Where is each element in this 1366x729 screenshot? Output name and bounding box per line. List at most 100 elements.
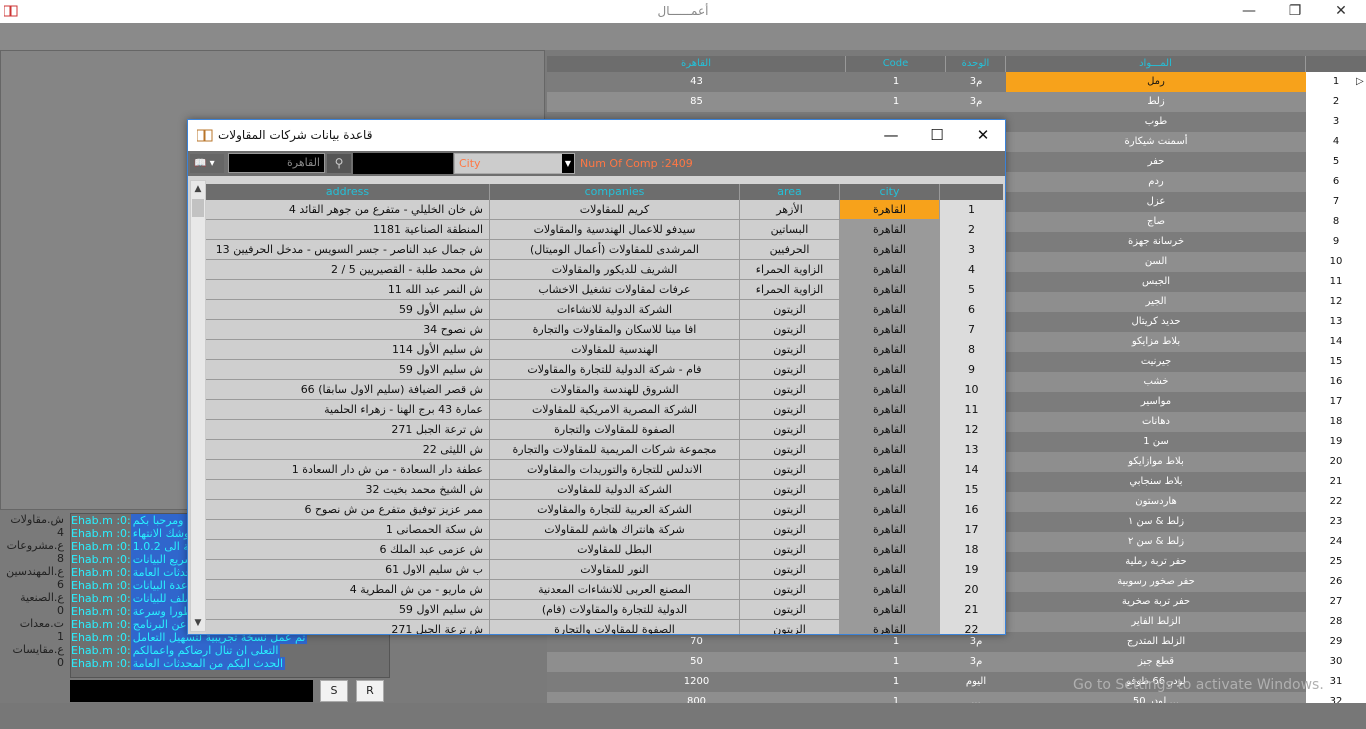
cell-price[interactable]: 43 (547, 72, 846, 92)
cell-company[interactable]: الشركة الدولية للمقاولات (490, 480, 740, 500)
cell-city[interactable]: القاهرة (840, 580, 940, 600)
cell-code[interactable]: 1 (846, 72, 946, 92)
cell-n[interactable]: 13 (940, 440, 1003, 460)
cell-address[interactable]: 1 ش سكة الحمصانى (206, 520, 490, 540)
cell-company[interactable]: الشركة المصرية الامريكية للمقاولات (490, 400, 740, 420)
cell-material[interactable]: بلاط موازايكو (1006, 452, 1306, 472)
cell-unit[interactable]: اليوم (946, 672, 1006, 692)
scroll-up-icon[interactable]: ▲ (191, 181, 205, 197)
cell-company[interactable]: فام - شركة الدولية للتجارة والمقاولات (490, 360, 740, 380)
cell-material[interactable]: عزل (1006, 192, 1306, 212)
cell-company[interactable]: كريم للمقاولات (490, 200, 740, 220)
cell-price[interactable]: 50 (547, 652, 846, 672)
vertical-scrollbar[interactable]: ▲ ▼ (190, 180, 206, 632)
cell-company[interactable]: الشروق للهندسة والمقاولات (490, 380, 740, 400)
send-button[interactable]: S (320, 680, 348, 702)
cell-address[interactable]: 2 / 5 ش محمد طلبة - القصيريين (206, 260, 490, 280)
cell-n[interactable]: 20 (940, 580, 1003, 600)
cell-material[interactable]: خرسانة جهزة (1006, 232, 1306, 252)
cell-material[interactable]: صاج (1006, 212, 1306, 232)
cell-area[interactable]: الزيتون (740, 600, 840, 620)
cell-area[interactable]: الزيتون (740, 500, 840, 520)
cell-city[interactable]: القاهرة (840, 260, 940, 280)
refresh-button[interactable]: R (356, 680, 384, 702)
cell-city[interactable]: القاهرة (840, 440, 940, 460)
cell-n[interactable]: 10 (940, 380, 1003, 400)
cell-area[interactable]: الزاوية الحمراء (740, 260, 840, 280)
cell-area[interactable]: الزيتون (740, 620, 840, 634)
restore-button[interactable]: ❐ (1272, 0, 1318, 23)
cell-idx[interactable]: 13 (1306, 312, 1366, 332)
cell-n[interactable]: 9 (940, 360, 1003, 380)
cell-address[interactable]: 34 ش نصوح (206, 320, 490, 340)
table-row[interactable]: 66 ش قصر الضيافة (سليم الاول سابقا) الشرو… (206, 380, 1003, 400)
cell-area[interactable]: الزيتون (740, 400, 840, 420)
cell-company[interactable]: مجموعة شركات المريمية للمقاولات والتجارة (490, 440, 740, 460)
dialog-minimize-button[interactable]: — (868, 120, 914, 151)
cell-material[interactable]: ردم (1006, 172, 1306, 192)
cell-address[interactable]: عمارة 43 برج الهنا - زهراء الحلمية (206, 400, 490, 420)
book-dropdown[interactable]: 📖 ▾ (190, 154, 224, 173)
cell-n[interactable]: 18 (940, 540, 1003, 560)
cell-address[interactable]: 4 ش خان الخليلي - متفرع من جوهر القائد (206, 200, 490, 220)
cell-code[interactable]: 1 (846, 632, 946, 652)
cell-company[interactable]: الشركة الدولية للانشاءات (490, 300, 740, 320)
cell-n[interactable]: 7 (940, 320, 1003, 340)
close-button[interactable]: ✕ (1318, 0, 1364, 23)
cell-address[interactable]: 66 ش قصر الضيافة (سليم الاول سابقا) (206, 380, 490, 400)
header-unit[interactable]: الوحدة (946, 56, 1006, 72)
cell-idx[interactable]: 24 (1306, 532, 1366, 552)
cell-city[interactable]: القاهرة (840, 560, 940, 580)
cell-idx[interactable]: 28 (1306, 612, 1366, 632)
cell-material[interactable]: سن 1 (1006, 432, 1306, 452)
cell-material[interactable]: الزلط المتدرج (1006, 632, 1306, 652)
cell-idx[interactable]: 12 (1306, 292, 1366, 312)
cell-address[interactable]: 271 ش ترعة الجبل (206, 620, 490, 634)
cell-company[interactable]: سيدفو للاعمال الهندسية والمقاولات (490, 220, 740, 240)
filter-input[interactable] (353, 153, 453, 174)
cell-price[interactable]: 70 (547, 632, 846, 652)
table-row[interactable]: 271 ش ترعة الجبل الصفوة للمقاولات والتجار… (206, 620, 1003, 634)
cell-area[interactable]: الزيتون (740, 540, 840, 560)
chat-input[interactable] (70, 680, 313, 702)
cell-city[interactable]: القاهرة (840, 620, 940, 634)
cell-idx[interactable]: 21 (1306, 472, 1366, 492)
cell-company[interactable]: الشريف للديكور والمقاولات (490, 260, 740, 280)
table-row[interactable]: 4 ش خان الخليلي - متفرع من جوهر القائد كر… (206, 200, 1003, 220)
table-row[interactable]: 1181 المنطقة الصناعية سيدفو للاعمال الهند… (206, 220, 1003, 240)
cell-area[interactable]: الزيتون (740, 580, 840, 600)
cell-n[interactable]: 19 (940, 560, 1003, 580)
cell-idx[interactable]: 8 (1306, 212, 1366, 232)
cell-area[interactable]: الزيتون (740, 320, 840, 340)
cell-idx[interactable]: 30 (1306, 652, 1366, 672)
cell-material[interactable]: زلط & سن ١ (1006, 512, 1306, 532)
table-row[interactable]: 4 ش ماريو - من ش المطرية المصنع العربى لل… (206, 580, 1003, 600)
cell-area[interactable]: الزيتون (740, 420, 840, 440)
cell-address[interactable]: 6 ش عزمى عبد الملك (206, 540, 490, 560)
cell-idx[interactable]: 5 (1306, 152, 1366, 172)
cell-city[interactable]: القاهرة (840, 340, 940, 360)
cell-address[interactable]: 32 ش الشيخ محمد بخيت (206, 480, 490, 500)
cell-idx[interactable]: 19 (1306, 432, 1366, 452)
cell-company[interactable]: الهندسية للمقاولات (490, 340, 740, 360)
cell-idx[interactable]: 23 (1306, 512, 1366, 532)
cell-material[interactable]: الجير (1006, 292, 1306, 312)
cell-n[interactable]: 4 (940, 260, 1003, 280)
cell-n[interactable]: 11 (940, 400, 1003, 420)
header-area[interactable]: area (740, 184, 840, 200)
cell-company[interactable]: النور للمقاولات (490, 560, 740, 580)
cell-area[interactable]: الزيتون (740, 360, 840, 380)
table-row[interactable]: عمارة 43 برج الهنا - زهراء الحلمية الشركة… (206, 400, 1003, 420)
table-row[interactable]: 114 ش سليم الأول الهندسية للمقاولات الزيتو… (206, 340, 1003, 360)
cell-unit[interactable]: م3 (946, 632, 1006, 652)
cell-idx[interactable]: 29 (1306, 632, 1366, 652)
cell-n[interactable]: 15 (940, 480, 1003, 500)
cell-company[interactable]: عرفات لمقاولات تشغيل الاخشاب (490, 280, 740, 300)
scroll-down-icon[interactable]: ▼ (191, 615, 205, 631)
table-row[interactable]: 61 ب ش سليم الاول النور للمقاولات الزيتون ا… (206, 560, 1003, 580)
cell-address[interactable]: 1 عطفة دار السعادة - من ش دار السعادة (206, 460, 490, 480)
cell-idx[interactable]: 11 (1306, 272, 1366, 292)
cell-city[interactable]: القاهرة (840, 200, 940, 220)
cell-company[interactable]: الدولية للتجارة والمقاولات (فام) (490, 600, 740, 620)
cell-address[interactable]: 1181 المنطقة الصناعية (206, 220, 490, 240)
